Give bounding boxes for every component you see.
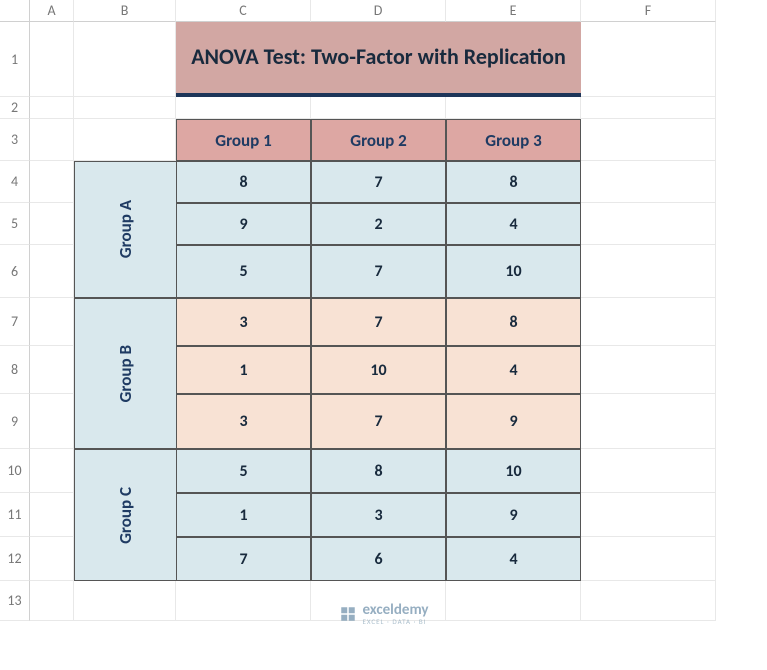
row-group-b: Group B	[74, 298, 176, 449]
cell-c-2-2[interactable]: 3	[311, 493, 446, 537]
row-group-c: Group C	[74, 449, 176, 581]
row-header-10[interactable]: 10	[0, 449, 30, 493]
row-header-8[interactable]: 8	[0, 346, 30, 394]
watermark-name: exceldemy	[362, 603, 428, 618]
cell-a-2-2[interactable]: 2	[311, 203, 446, 245]
row-header-2[interactable]: 2	[0, 97, 30, 119]
row-header-13[interactable]: 13	[0, 581, 30, 621]
col-header-b[interactable]: B	[74, 0, 176, 22]
cell-b-3-1[interactable]: 3	[176, 394, 311, 449]
col-header-a[interactable]: A	[30, 0, 74, 22]
row-header-5[interactable]: 5	[0, 203, 30, 245]
cell-b-1-3[interactable]: 8	[446, 298, 581, 346]
cell-a-3-2[interactable]: 7	[311, 245, 446, 298]
cell-a-2-3[interactable]: 4	[446, 203, 581, 245]
row-header-6[interactable]: 6	[0, 245, 30, 298]
cell-c-1-3[interactable]: 10	[446, 449, 581, 493]
cell-b-2-3[interactable]: 4	[446, 346, 581, 394]
table-title: ANOVA Test: Two-Factor with Replication	[176, 22, 581, 97]
cell-a-2-1[interactable]: 9	[176, 203, 311, 245]
row-header-12[interactable]: 12	[0, 537, 30, 581]
row-header-3[interactable]: 3	[0, 119, 30, 161]
cell-b-1-2[interactable]: 7	[311, 298, 446, 346]
cell-a-3-3[interactable]: 10	[446, 245, 581, 298]
cell-b-1-1[interactable]: 3	[176, 298, 311, 346]
cell-c-3-1[interactable]: 7	[176, 537, 311, 581]
col-header-d[interactable]: D	[311, 0, 446, 22]
cell-b-2-2[interactable]: 10	[311, 346, 446, 394]
cell-c-3-3[interactable]: 4	[446, 537, 581, 581]
cell-c-2-1[interactable]: 1	[176, 493, 311, 537]
spreadsheet-grid: A B C D E F 1 2 3 4 5 6 7 8 9 10 11 12 1…	[0, 0, 767, 621]
cell-c-1-2[interactable]: 8	[311, 449, 446, 493]
cell-c-1-1[interactable]: 5	[176, 449, 311, 493]
cell-a-1-1[interactable]: 8	[176, 161, 311, 203]
row-header-9[interactable]: 9	[0, 394, 30, 449]
cell-c-3-2[interactable]: 6	[311, 537, 446, 581]
select-all-corner[interactable]	[0, 0, 30, 22]
row-header-4[interactable]: 4	[0, 161, 30, 203]
cell-b-3-2[interactable]: 7	[311, 394, 446, 449]
watermark-tagline: EXCEL · DATA · BI	[362, 618, 428, 625]
cell-a-3-1[interactable]: 5	[176, 245, 311, 298]
col-group-3: Group 3	[446, 119, 581, 161]
col-group-2: Group 2	[311, 119, 446, 161]
watermark: exceldemy EXCEL · DATA · BI	[338, 603, 428, 625]
cell-b-3-3[interactable]: 9	[446, 394, 581, 449]
cell-c-2-3[interactable]: 9	[446, 493, 581, 537]
cell-b-2-1[interactable]: 1	[176, 346, 311, 394]
cell-a-1-2[interactable]: 7	[311, 161, 446, 203]
col-header-c[interactable]: C	[176, 0, 311, 22]
watermark-icon	[338, 605, 356, 623]
row-header-11[interactable]: 11	[0, 493, 30, 537]
col-header-f[interactable]: F	[581, 0, 716, 22]
col-header-e[interactable]: E	[446, 0, 581, 22]
cell-a-1-3[interactable]: 8	[446, 161, 581, 203]
row-group-a: Group A	[74, 161, 176, 298]
row-header-7[interactable]: 7	[0, 298, 30, 346]
col-group-1: Group 1	[176, 119, 311, 161]
row-header-1[interactable]: 1	[0, 22, 30, 97]
